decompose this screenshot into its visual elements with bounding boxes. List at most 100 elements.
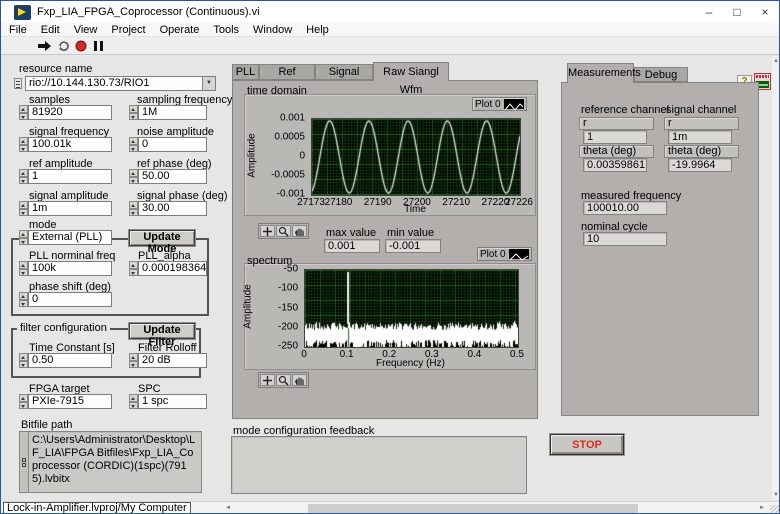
bitfile-path-field[interactable]: C:\Users\Administrator\Desktop\LF_LIA\FP… [19,431,202,493]
pause-button-icon[interactable] [92,40,106,52]
dropdown-icon[interactable]: ▼ [202,77,215,90]
mode-spinner[interactable] [19,230,28,245]
signal-phase-spinner[interactable] [129,201,138,216]
noise-amplitude-field[interactable]: 0 [138,137,207,152]
ref-phase-spinner[interactable] [129,169,138,184]
x-axis-tick-label: 0.1 [340,349,354,360]
spc-spinner[interactable] [129,394,138,409]
reference-channel-label: reference channel [581,104,669,116]
signal-channel-label: signal channel [666,104,736,116]
time-constant-field[interactable]: 0.50 [28,353,112,368]
horizontal-scrollbar-thumb[interactable] [308,504,638,513]
resource-name-combo[interactable]: rio://10.144.130.73/RIO1 ▼ [25,76,216,91]
abort-button-icon[interactable] [75,40,89,52]
update-mode-button[interactable]: Update Mode [129,230,195,246]
time-constant-spinner[interactable] [19,353,28,368]
menu-tools[interactable]: Tools [213,24,239,36]
plot-line-style-icon [504,99,524,109]
pll-alpha-field[interactable]: 0.000198364 [138,261,207,276]
menu-edit[interactable]: Edit [41,24,60,36]
tab-debug-info[interactable]: Debug Info [634,67,688,82]
menu-file[interactable]: File [9,24,27,36]
pan-tool-icon[interactable] [292,225,307,237]
phase-shift-field[interactable]: 0 [28,292,112,307]
time-domain-plot-legend[interactable]: Plot 0 [472,97,527,111]
min-value-field: -0.001 [385,239,441,253]
menu-view[interactable]: View [74,24,98,36]
reference-r-field: 1 [583,130,647,144]
scroll-up-icon[interactable]: ▲ [773,58,779,64]
fpga-target-field[interactable]: PXIe-7915 [28,394,112,409]
sampling-frequency-spinner[interactable] [129,105,138,120]
labview-icon [14,5,31,20]
time-domain-graph[interactable] [311,118,521,196]
nominal-cycle-field: 10 [583,232,667,246]
vi-window: Fxp_LIA_FPGA_Coprocessor (Continuous).vi… [0,0,780,514]
pan-tool-icon[interactable] [292,374,307,386]
noise-amplitude-spinner[interactable] [129,137,138,152]
spectrum-plot-legend[interactable]: Plot 0 [477,247,532,261]
y-axis-tick-label: -200 [278,321,298,332]
maximize-button[interactable]: □ [723,1,751,23]
x-axis-tick-label: 0 [301,349,307,360]
zoom-tool-icon[interactable] [276,225,291,237]
menu-operate[interactable]: Operate [160,24,200,36]
crosshair-tool-icon[interactable] [260,225,275,237]
x-axis-tick-label: 0.3 [425,349,439,360]
run-continuous-icon[interactable] [57,40,71,52]
resize-grip[interactable] [770,505,779,514]
pll-nominal-freq-spinner[interactable] [19,261,28,276]
minimize-button[interactable]: – [695,1,723,23]
x-axis-tick-label: 0.5 [510,349,524,360]
max-value-field: 0.001 [324,239,380,253]
time-domain-graph-palette [258,223,309,239]
scroll-right-icon[interactable]: ► [759,505,765,511]
samples-field[interactable]: 81920 [28,105,112,120]
x-axis-tick-label: 27190 [364,197,392,208]
max-value-label: max value [326,227,376,239]
samples-spinner[interactable] [19,105,28,120]
plot-legend-label: Plot 0 [480,249,506,260]
signal-amplitude-spinner[interactable] [19,201,28,216]
signal-frequency-spinner[interactable] [19,137,28,152]
filter-rolloff-field[interactable]: 20 dB [138,353,207,368]
plot-legend-label: Plot 0 [475,99,501,110]
browse-icon[interactable] [20,432,29,492]
spc-field[interactable]: 1 spc [138,394,207,409]
mode-field[interactable]: External (PLL) [28,230,112,245]
run-button-icon[interactable] [38,40,52,52]
sampling-frequency-field[interactable]: 1M [138,105,207,120]
pll-alpha-spinner[interactable] [129,261,138,276]
spectrum-xlabel: Frequency (Hz) [304,358,517,369]
signal-phase-field[interactable]: 30.00 [138,201,207,216]
zoom-tool-icon[interactable] [276,374,291,386]
tab-signal-channel[interactable]: Signal Channel [315,64,373,80]
menu-window[interactable]: Window [253,24,292,36]
phase-shift-spinner[interactable] [19,292,28,307]
tab-pll[interactable]: PLL [232,64,259,80]
crosshair-tool-icon[interactable] [260,374,275,386]
pll-nominal-freq-field[interactable]: 100k [28,261,112,276]
scroll-left-icon[interactable]: ◄ [225,505,231,511]
window-title: Fxp_LIA_FPGA_Coprocessor (Continuous).vi [37,6,260,18]
fpga-target-spinner[interactable] [19,394,28,409]
tab-ref-channel[interactable]: Ref Channel [259,64,315,80]
filter-rolloff-spinner[interactable] [129,353,138,368]
signal-frequency-field[interactable]: 100.01k [28,137,112,152]
signal-amplitude-field[interactable]: 1m [28,201,112,216]
ref-phase-field[interactable]: 50.00 [138,169,207,184]
close-button[interactable]: × [751,1,779,23]
update-filter-button[interactable]: Update Filter [129,323,195,339]
vertical-scrollbar[interactable]: ▲ ▼ [772,56,780,500]
ref-amplitude-field[interactable]: 1 [28,169,112,184]
menu-project[interactable]: Project [111,24,145,36]
menu-help[interactable]: Help [306,24,329,36]
scroll-down-icon[interactable]: ▼ [773,492,779,498]
spectrum-graph[interactable] [304,269,519,348]
stop-button[interactable]: STOP [550,434,624,455]
tab-raw-signal-wfm[interactable]: Raw Siangl Wfm [373,62,449,81]
reference-theta-label: theta (deg) [579,145,654,158]
ref-amplitude-spinner[interactable] [19,169,28,184]
x-axis-tick-label: 27200 [403,197,431,208]
tab-measurements[interactable]: Measurements [567,63,634,83]
